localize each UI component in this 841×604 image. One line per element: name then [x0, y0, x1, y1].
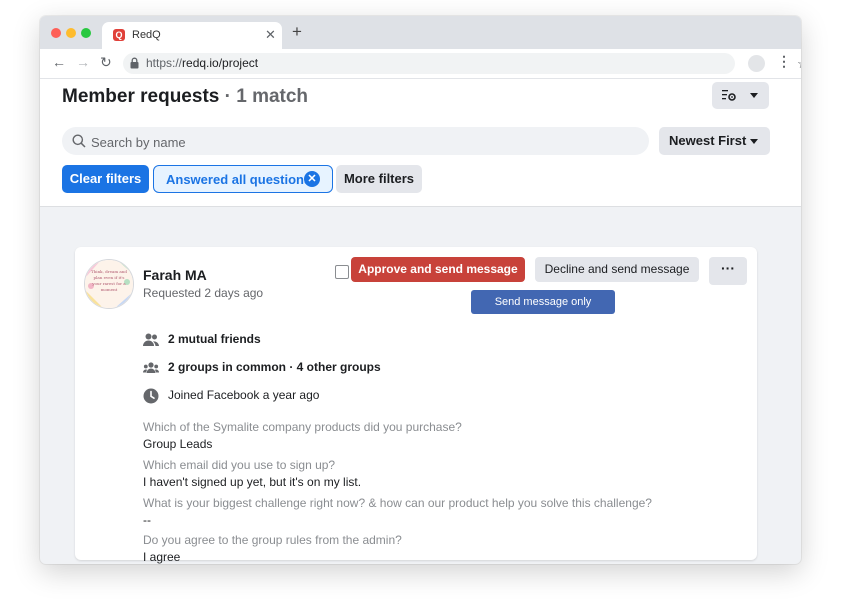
gear-icon	[722, 90, 736, 101]
sort-dropdown[interactable]: Newest First	[659, 127, 770, 155]
match-count: · 1 match	[219, 86, 309, 107]
answer-text: Group Leads	[143, 437, 213, 451]
star-icon[interactable]: ☆	[797, 56, 801, 72]
new-tab-icon[interactable]: +	[292, 22, 302, 42]
question-answer: Which of the Symalite company products d…	[143, 420, 462, 451]
url-bar[interactable]: https://redq.io/project ☆	[123, 53, 801, 74]
question-answer: Do you agree to the group rules from the…	[143, 533, 402, 564]
reload-icon[interactable]: ↻	[100, 54, 112, 71]
joined-text: Joined Facebook a year ago	[168, 388, 320, 402]
page-title: Member requests · 1 match	[62, 86, 309, 107]
answer-text: I agree	[143, 550, 181, 564]
mutual-friends-text[interactable]: 2 mutual friends	[168, 332, 261, 346]
clear-filters-button[interactable]: Clear filters	[62, 165, 149, 193]
avatar[interactable]: Think, dream and plan even if it's your …	[84, 259, 134, 309]
request-time: Requested 2 days ago	[143, 286, 264, 300]
more-filters-button[interactable]: More filters	[336, 165, 422, 193]
browser-window: Q RedQ ✕ + ← → ↻ https://redq.io/project…	[40, 16, 801, 564]
select-checkbox[interactable]	[335, 265, 349, 279]
search-icon	[72, 134, 86, 148]
question-answer: What is your biggest challenge right now…	[143, 496, 652, 527]
tab-strip: Q RedQ ✕ +	[40, 16, 801, 49]
decline-button[interactable]: Decline and send message	[535, 257, 699, 282]
question-text: Do you agree to the group rules from the…	[143, 533, 402, 547]
sort-label: Newest First	[669, 133, 747, 148]
address-bar: ← → ↻ https://redq.io/project ☆ ⋮	[40, 49, 801, 79]
maximize-window-button[interactable]	[81, 28, 91, 38]
avatar-caption: Think, dream and plan even if it's your …	[91, 269, 127, 292]
profile-avatar[interactable]	[748, 55, 765, 72]
search-bar[interactable]	[62, 127, 649, 155]
url-text: https://redq.io/project	[146, 56, 259, 70]
friends-icon	[143, 333, 159, 346]
back-icon[interactable]: ←	[52, 54, 66, 70]
favicon-icon: Q	[113, 29, 125, 41]
clock-icon	[143, 388, 159, 404]
send-message-button[interactable]: Send message only	[471, 290, 615, 314]
page-header: Member requests · 1 match Newest First C…	[40, 79, 801, 207]
search-input[interactable]	[89, 131, 633, 153]
groups-icon	[143, 362, 159, 373]
settings-dropdown-button[interactable]	[712, 82, 769, 109]
answer-text: I haven't signed up yet, but it's on my …	[143, 475, 362, 489]
question-answer: Which email did you use to sign up? I ha…	[143, 458, 361, 489]
forward-icon[interactable]: →	[76, 54, 90, 70]
requester-name[interactable]: Farah MA	[143, 267, 207, 283]
question-text: Which email did you use to sign up?	[143, 458, 336, 472]
close-window-button[interactable]	[51, 28, 61, 38]
chevron-down-icon	[750, 93, 758, 98]
member-request-card: Think, dream and plan even if it's your …	[75, 247, 757, 564]
groups-text[interactable]: 2 groups in common · 4 other groups	[168, 360, 381, 374]
lock-icon	[130, 57, 139, 69]
close-icon[interactable]: ✕	[304, 171, 320, 187]
tab-close-icon[interactable]: ✕	[265, 27, 276, 43]
browser-tab[interactable]: Q RedQ ✕	[102, 22, 282, 49]
answer-text: --	[143, 513, 151, 527]
minimize-window-button[interactable]	[66, 28, 76, 38]
filter-chip-label: Answered all questions	[166, 172, 312, 187]
question-text: What is your biggest challenge right now…	[143, 496, 652, 510]
chevron-down-icon	[750, 139, 758, 144]
question-text: Which of the Symalite company products d…	[143, 420, 462, 434]
browser-menu-icon[interactable]: ⋮	[777, 53, 791, 70]
active-filter-chip[interactable]: Answered all questions ✕	[153, 165, 333, 193]
more-options-button[interactable]: ···	[709, 257, 747, 285]
approve-button[interactable]: Approve and send message	[351, 257, 525, 282]
tab-title: RedQ	[132, 29, 161, 41]
